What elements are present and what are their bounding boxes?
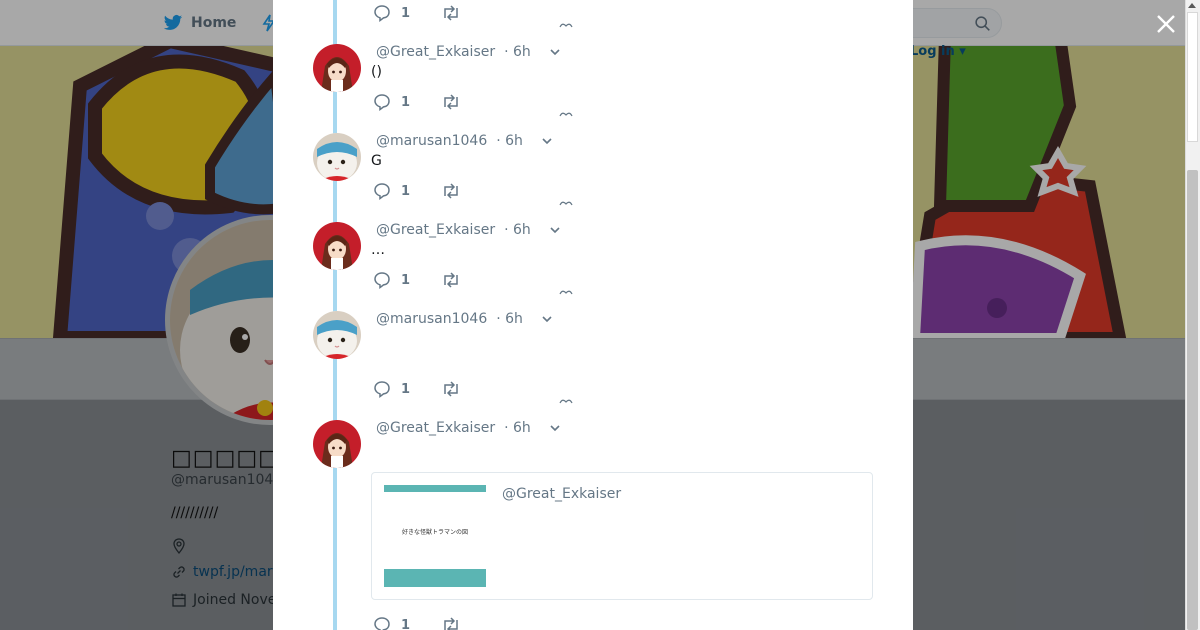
- retweet-icon[interactable]: [441, 93, 461, 111]
- thumb-top-stripe: [384, 485, 486, 492]
- tilde-mark-icon: [559, 23, 573, 28]
- scroll-up-arrow-icon[interactable]: [1188, 3, 1196, 8]
- retweet-icon[interactable]: [441, 380, 461, 398]
- reply-count: 1: [401, 272, 411, 288]
- tweet-handle[interactable]: @Great_Exkaiser: [376, 420, 495, 436]
- tilde-mark-icon: [559, 290, 573, 295]
- retweet-icon[interactable]: [441, 182, 461, 200]
- tilde-mark-icon: [559, 201, 573, 206]
- avatar[interactable]: [313, 133, 361, 181]
- tilde-mark-icon: [559, 112, 573, 117]
- avatar[interactable]: [313, 222, 361, 270]
- tweet-actions: 1: [373, 93, 461, 111]
- scrollbar-thumb[interactable]: [1187, 170, 1198, 630]
- tweet-header: @Great_Exkaiser · 6h: [376, 44, 561, 60]
- tweet-header: @Great_Exkaiser · 6h: [376, 222, 561, 238]
- reply-icon[interactable]: [373, 182, 391, 200]
- anime-avatar: [313, 420, 361, 468]
- reply-count: 1: [401, 183, 411, 199]
- chevron-down-icon[interactable]: [549, 46, 561, 58]
- scrollbar-upper-region: [1187, 12, 1198, 142]
- quoted-tweet-card[interactable]: 好きな怪獣トラマンの図 @Great_Exkaiser: [371, 472, 873, 600]
- cat-avatar: [313, 133, 361, 181]
- retweet-icon[interactable]: [441, 4, 461, 22]
- reply-icon[interactable]: [373, 616, 391, 630]
- reply-icon[interactable]: [373, 93, 391, 111]
- tweet-header: @Great_Exkaiser · 6h: [376, 420, 561, 436]
- reply-count: 1: [401, 617, 411, 630]
- tweet-header: @marusan1046 · 6h: [376, 311, 553, 327]
- avatar[interactable]: [313, 311, 361, 359]
- thumb-caption: 好きな怪獣トラマンの図: [401, 529, 468, 536]
- tilde-mark-icon: [559, 399, 573, 404]
- tweet-actions-partial-top: 1: [373, 4, 461, 22]
- tweet-handle[interactable]: @marusan1046: [376, 133, 487, 149]
- anime-avatar: [313, 222, 361, 270]
- chevron-down-icon[interactable]: [541, 313, 553, 325]
- tweet-handle[interactable]: @marusan1046: [376, 311, 487, 327]
- thumb-bottom-stripe: [384, 569, 486, 587]
- reply-icon[interactable]: [373, 271, 391, 289]
- quoted-handle[interactable]: @Great_Exkaiser: [502, 486, 621, 502]
- tweet-time[interactable]: · 6h: [504, 420, 531, 436]
- tweet-text: (): [371, 64, 382, 80]
- retweet-icon[interactable]: [441, 271, 461, 289]
- reply-count: 1: [401, 381, 411, 397]
- tweet-handle[interactable]: @Great_Exkaiser: [376, 44, 495, 60]
- tweet-time[interactable]: · 6h: [504, 44, 531, 60]
- chevron-down-icon[interactable]: [549, 422, 561, 434]
- tweet-time[interactable]: · 6h: [496, 311, 523, 327]
- anime-avatar: [313, 44, 361, 92]
- retweet-icon[interactable]: [441, 616, 461, 630]
- cat-avatar: [313, 311, 361, 359]
- reply-count: 1: [401, 94, 411, 110]
- chevron-down-icon[interactable]: [541, 135, 553, 147]
- avatar[interactable]: [313, 44, 361, 92]
- tweet-actions: 1: [373, 380, 461, 398]
- chevron-down-icon[interactable]: [549, 224, 561, 236]
- tweet-actions: 1: [373, 271, 461, 289]
- reply-icon[interactable]: [373, 380, 391, 398]
- reply-count: 1: [401, 5, 411, 21]
- tweet-header: @marusan1046 · 6h: [376, 133, 553, 149]
- quoted-image-thumbnail[interactable]: 好きな怪獣トラマンの図: [384, 485, 486, 587]
- conversation-modal: 1 @Great_Exkaiser · 6h () 1 @marusan1046…: [273, 0, 913, 630]
- tweet-time[interactable]: · 6h: [496, 133, 523, 149]
- reply-icon[interactable]: [373, 4, 391, 22]
- tweet-text: …: [371, 242, 385, 258]
- tweet-time[interactable]: · 6h: [504, 222, 531, 238]
- close-icon[interactable]: [1154, 12, 1178, 36]
- tweet-handle[interactable]: @Great_Exkaiser: [376, 222, 495, 238]
- tweet-actions: 1: [373, 182, 461, 200]
- avatar[interactable]: [313, 420, 361, 468]
- tweet-text: G: [371, 153, 382, 169]
- tweet-actions-partial-bottom: 1: [373, 616, 461, 630]
